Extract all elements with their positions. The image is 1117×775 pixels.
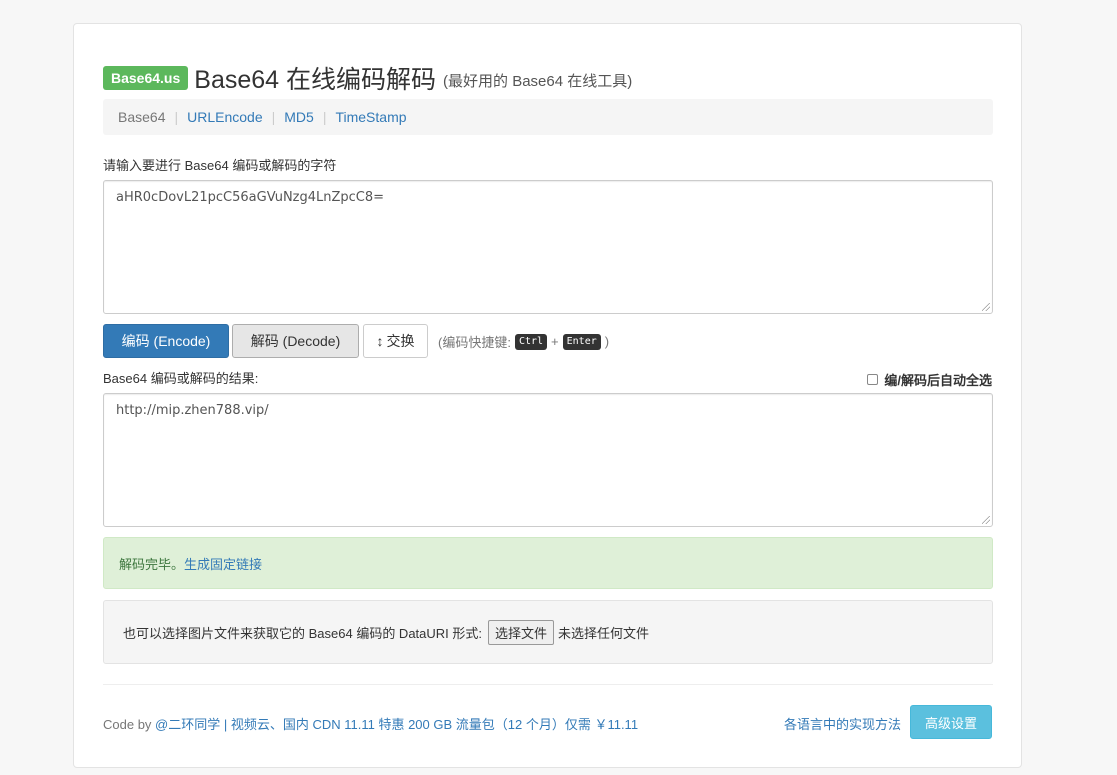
hint-suffix: ) (604, 334, 610, 349)
nav-item-urlencode[interactable]: URLEncode (187, 109, 263, 125)
file-upload-text: 也可以选择图片文件来获取它的 Base64 编码的 DataURI 形式: (123, 625, 482, 641)
nav-separator: | (322, 109, 327, 125)
auto-select-label: 编/解码后自动全选 (884, 373, 992, 388)
output-value: http://mip.zhen788.vip/ (116, 403, 269, 418)
hint-plus: + (551, 334, 559, 349)
implementations-link[interactable]: 各语言中的实现方法 (784, 714, 901, 733)
file-status: 未选择任何文件 (558, 625, 650, 641)
nav-separator: | (271, 109, 276, 125)
page-subtitle: (最好用的 Base64 在线工具) (443, 72, 633, 90)
nav-separator: | (174, 109, 179, 125)
decode-button[interactable]: 解码 (Decode) (232, 324, 359, 358)
input-label: 请输入要进行 Base64 编码或解码的字符 (103, 158, 337, 173)
input-value: aHR0cDovL21pcC56aGVuNzg4LnZpcC8= (116, 190, 385, 205)
cdn-ad-link[interactable]: 视频云、国内 CDN 11.11 特惠 200 GB 流量包（12 个月）仅需 … (231, 717, 638, 732)
kbd-enter: Enter (562, 333, 601, 350)
output-label: Base64 编码或解码的结果: (103, 371, 259, 386)
code-by-text: Code by (103, 717, 156, 732)
input-textarea[interactable]: aHR0cDovL21pcC56aGVuNzg4LnZpcC8= (103, 180, 993, 314)
checkbox-icon[interactable] (867, 374, 879, 385)
status-alert: 解码完毕。 生成固定链接 (103, 537, 993, 589)
file-upload-well: 也可以选择图片文件来获取它的 Base64 编码的 DataURI 形式: 选择… (103, 600, 993, 664)
nav-item-base64: Base64 (118, 109, 166, 125)
site-badge[interactable]: Base64.us (103, 66, 189, 90)
choose-file-button[interactable]: 选择文件 (488, 619, 555, 645)
swap-label: 交换 (386, 333, 415, 349)
footer-separator: | (220, 717, 231, 732)
output-textarea[interactable]: http://mip.zhen788.vip/ (103, 393, 993, 527)
nav-item-md5[interactable]: MD5 (284, 109, 314, 125)
auto-select-checkbox[interactable]: 编/解码后自动全选 (867, 370, 992, 389)
main-card: Base64.us Base64 在线编码解码 (最好用的 Base64 在线工… (73, 23, 1022, 768)
resize-handle-icon[interactable] (982, 303, 990, 311)
tool-nav: Base64 | URLEncode | MD5 | TimeStamp (103, 99, 993, 135)
hint-prefix: (编码快捷键: (438, 335, 511, 350)
advanced-settings-button[interactable]: 高级设置 (910, 705, 992, 739)
shortcut-hint: (编码快捷键: Ctrl + Enter ) (438, 332, 609, 351)
nav-item-timestamp[interactable]: TimeStamp (335, 109, 406, 125)
author-link[interactable]: @二环同学 (155, 717, 220, 732)
status-text: 解码完毕。 (119, 556, 185, 572)
kbd-ctrl: Ctrl (514, 333, 548, 350)
footer-credits: Code by @二环同学 | 视频云、国内 CDN 11.11 特惠 200 … (103, 714, 638, 733)
swap-arrows-icon: ↕ (376, 333, 384, 349)
page-title: Base64 在线编码解码 (194, 66, 437, 94)
permalink-link[interactable]: 生成固定链接 (184, 554, 262, 573)
divider (103, 684, 993, 685)
swap-button[interactable]: ↕ 交换 (363, 324, 428, 358)
header: Base64.us Base64 在线编码解码 (最好用的 Base64 在线工… (103, 60, 632, 96)
resize-handle-icon[interactable] (982, 516, 990, 524)
encode-button[interactable]: 编码 (Encode) (103, 324, 229, 358)
